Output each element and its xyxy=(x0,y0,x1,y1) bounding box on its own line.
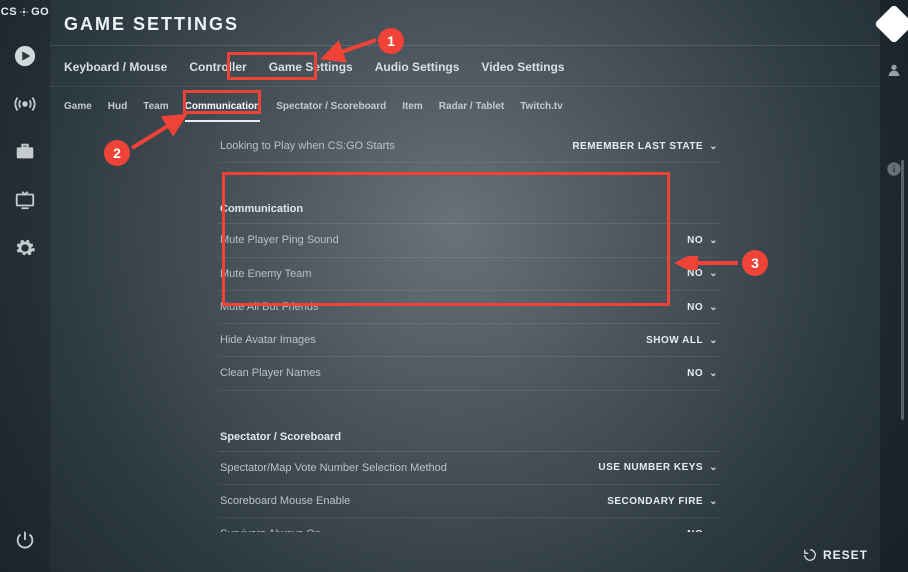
setting-label: Spectator/Map Vote Number Selection Meth… xyxy=(220,461,447,475)
reset-button[interactable]: RESET xyxy=(803,548,868,562)
settings-scroll-area: Looking to Play when CS:GO Starts REMEMB… xyxy=(50,122,880,572)
setting-label: Looking to Play when CS:GO Starts xyxy=(220,139,395,153)
subtab-game[interactable]: Game xyxy=(64,97,92,122)
sub-tabs: Game Hud Team Communication Spectator / … xyxy=(50,87,880,122)
chevron-down-icon: ⌄ xyxy=(709,335,718,346)
setting-value-dropdown[interactable]: USE NUMBER KEYS⌄ xyxy=(598,462,718,473)
reset-icon xyxy=(803,548,817,562)
tv-icon[interactable] xyxy=(0,176,50,224)
play-icon[interactable] xyxy=(0,32,50,80)
subtab-radar-tablet[interactable]: Radar / Tablet xyxy=(439,97,504,122)
user-icon[interactable] xyxy=(886,62,902,83)
subtab-twitchtv[interactable]: Twitch.tv xyxy=(520,97,563,122)
setting-value-dropdown[interactable]: REMEMBER LAST STATE⌄ xyxy=(572,141,718,152)
subtab-team[interactable]: Team xyxy=(143,97,168,122)
setting-scoreboard-mouse-enable: Scoreboard Mouse Enable SECONDARY FIRE⌄ xyxy=(218,485,720,518)
settings-list: Looking to Play when CS:GO Starts REMEMB… xyxy=(218,130,720,532)
settings-page: GAME SETTINGS Keyboard / Mouse Controlle… xyxy=(50,0,880,572)
setting-label: Survivors Always On xyxy=(220,527,321,532)
setting-clean-player-names: Clean Player Names NO⌄ xyxy=(218,357,720,390)
subtab-item[interactable]: Item xyxy=(402,97,423,122)
setting-value-dropdown[interactable]: NO⌄ xyxy=(687,235,718,246)
briefcase-icon[interactable] xyxy=(0,128,50,176)
subtab-communication[interactable]: Communication xyxy=(185,97,261,122)
reset-label: RESET xyxy=(823,548,868,562)
chevron-down-icon: ⌄ xyxy=(709,235,718,246)
setting-value-dropdown[interactable]: NO⌄ xyxy=(687,302,718,313)
left-nav-rail: CS GO xyxy=(0,0,50,572)
chevron-down-icon: ⌄ xyxy=(709,368,718,379)
section-header-spectator: Spectator / Scoreboard xyxy=(218,417,720,452)
setting-mute-all-but-friends: Mute All But Friends NO⌄ xyxy=(218,291,720,324)
setting-label: Mute Enemy Team xyxy=(220,267,312,281)
csgo-logo: CS GO xyxy=(1,6,49,18)
setting-hide-avatar-images: Hide Avatar Images SHOW ALL⌄ xyxy=(218,324,720,357)
chevron-down-icon: ⌄ xyxy=(709,529,718,532)
scrollbar-thumb[interactable] xyxy=(901,160,904,420)
tab-controller[interactable]: Controller xyxy=(189,58,246,76)
chevron-down-icon: ⌄ xyxy=(709,141,718,152)
setting-value-dropdown[interactable]: NO⌄ xyxy=(687,368,718,379)
setting-label: Hide Avatar Images xyxy=(220,333,316,347)
main-tabs: Keyboard / Mouse Controller Game Setting… xyxy=(50,46,880,87)
setting-value-dropdown[interactable]: NO⌄ xyxy=(687,268,718,279)
setting-label: Scoreboard Mouse Enable xyxy=(220,494,350,508)
setting-survivors-always-on: Survivors Always On NO⌄ xyxy=(218,518,720,532)
setting-label: Mute Player Ping Sound xyxy=(220,233,339,247)
setting-value-dropdown[interactable]: NO⌄ xyxy=(687,529,718,532)
gear-icon[interactable] xyxy=(0,224,50,272)
setting-value-dropdown[interactable]: SHOW ALL⌄ xyxy=(646,335,718,346)
chevron-down-icon: ⌄ xyxy=(709,268,718,279)
tab-game-settings[interactable]: Game Settings xyxy=(269,58,353,76)
tab-keyboard-mouse[interactable]: Keyboard / Mouse xyxy=(64,58,167,76)
chevron-down-icon: ⌄ xyxy=(709,496,718,507)
setting-looking-to-play: Looking to Play when CS:GO Starts REMEMB… xyxy=(218,130,720,163)
chevron-down-icon: ⌄ xyxy=(709,462,718,473)
tab-video-settings[interactable]: Video Settings xyxy=(481,58,564,76)
setting-mute-enemy-team: Mute Enemy Team NO⌄ xyxy=(218,258,720,291)
setting-mute-player-ping: Mute Player Ping Sound NO⌄ xyxy=(218,224,720,257)
setting-label: Clean Player Names xyxy=(220,366,321,380)
setting-vote-number-method: Spectator/Map Vote Number Selection Meth… xyxy=(218,452,720,485)
title-bar: GAME SETTINGS xyxy=(50,0,880,46)
broadcast-icon[interactable] xyxy=(0,80,50,128)
page-title: GAME SETTINGS xyxy=(64,14,866,35)
tab-audio-settings[interactable]: Audio Settings xyxy=(375,58,460,76)
info-icon[interactable] xyxy=(886,161,902,182)
section-header-communication: Communication xyxy=(218,189,720,224)
power-icon[interactable] xyxy=(0,516,50,564)
setting-label: Mute All But Friends xyxy=(220,300,318,314)
chevron-down-icon: ⌄ xyxy=(709,302,718,313)
setting-value-dropdown[interactable]: SECONDARY FIRE⌄ xyxy=(607,496,718,507)
subtab-hud[interactable]: Hud xyxy=(108,97,127,122)
subtab-spectator-scoreboard[interactable]: Spectator / Scoreboard xyxy=(276,97,386,122)
